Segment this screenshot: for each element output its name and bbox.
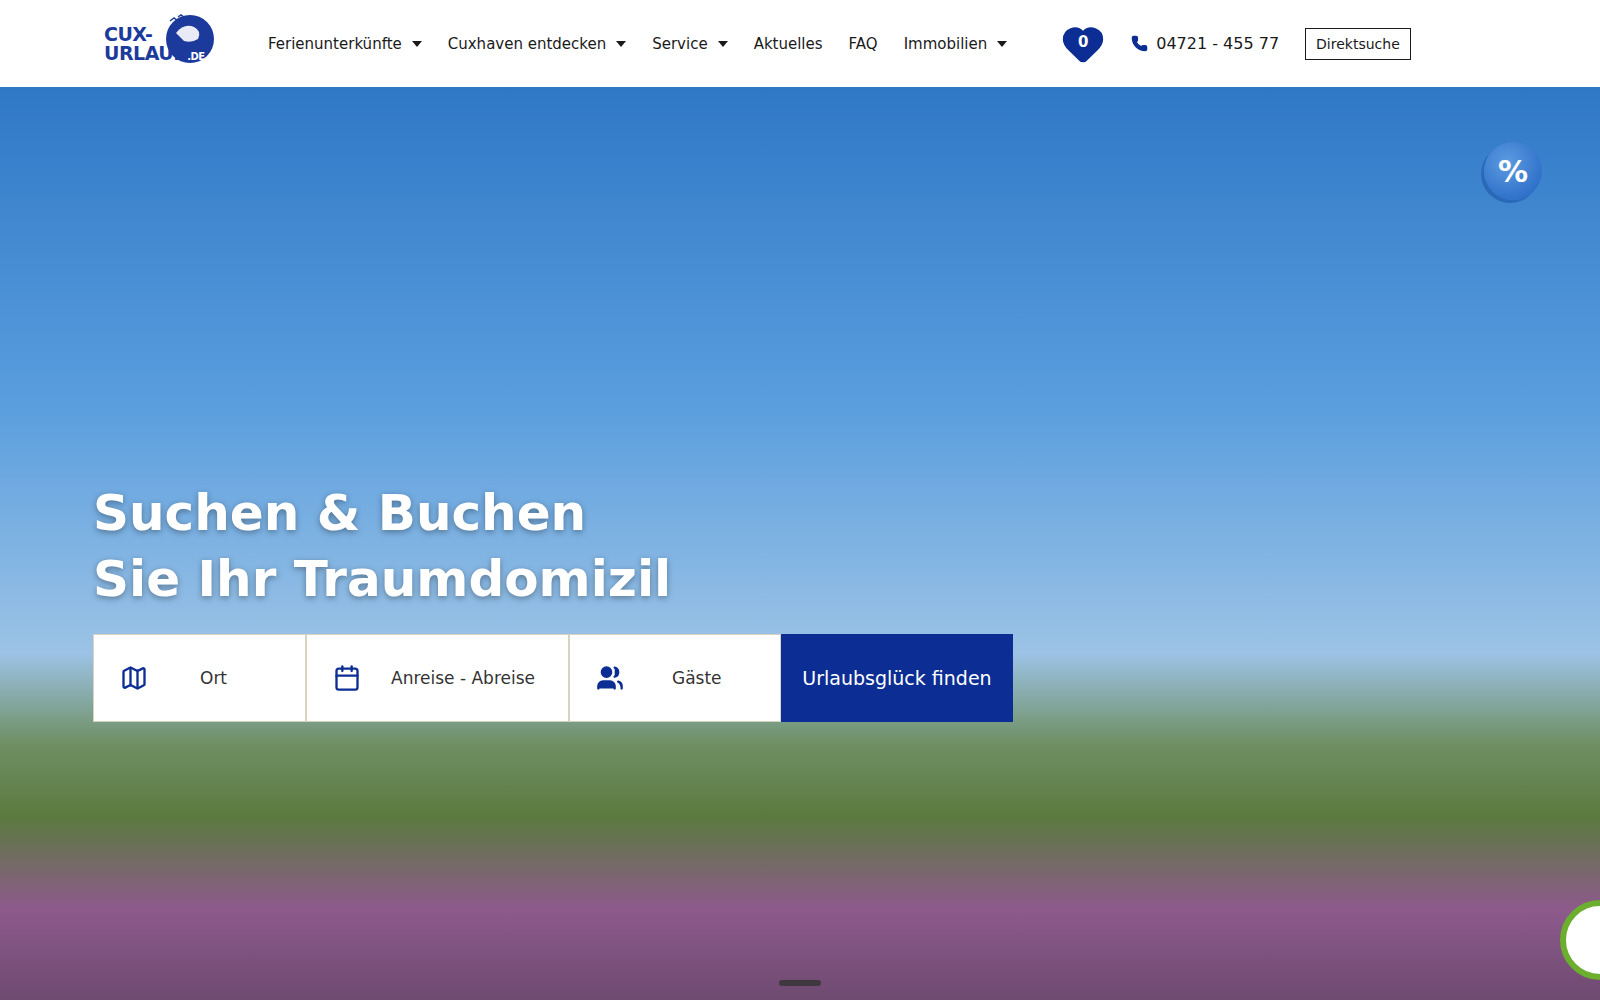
- hero-title-line: Sie Ihr Traumdomizil: [93, 546, 1600, 612]
- nav-item[interactable]: Ferienunterkünfte: [268, 35, 422, 53]
- dates-field[interactable]: Anreise - Abreise: [306, 634, 569, 722]
- place-icon: [120, 664, 148, 692]
- hero-title: Suchen & BuchenSie Ihr Traumdomizil: [93, 480, 1600, 612]
- logo-suffix: .DE: [187, 51, 204, 62]
- dates-icon: [333, 664, 361, 692]
- scroll-indicator: [779, 980, 821, 986]
- search-button[interactable]: Urlaubsglück finden: [781, 634, 1013, 722]
- guests-field[interactable]: Gäste: [569, 634, 781, 722]
- nav-item[interactable]: Immobilien: [904, 35, 1008, 53]
- caret-icon: [412, 41, 422, 47]
- caret-icon: [616, 41, 626, 47]
- page: CUX-URLAUB.DE Ferienunterkünfte Cuxhaven e…: [0, 0, 1600, 1000]
- logo-text: CUX-: [104, 25, 216, 44]
- search-bar: OrtAnreise - AbreiseGästeUrlaubsglück fi…: [93, 634, 1013, 722]
- direct-search-button[interactable]: Direktsuche: [1305, 28, 1411, 60]
- guests-icon: [596, 664, 624, 692]
- favorites-count: 0: [1061, 33, 1105, 51]
- phone-link[interactable]: 04721 - 455 77: [1131, 34, 1279, 53]
- logo[interactable]: CUX-URLAUB.DE: [104, 11, 216, 77]
- nav-item[interactable]: Service: [652, 35, 727, 53]
- hero-title-line: Suchen & Buchen: [93, 480, 1600, 546]
- caret-icon: [718, 41, 728, 47]
- caret-icon: [997, 41, 1007, 47]
- hero: Suchen & BuchenSie Ihr Traumdomizil OrtAn…: [0, 87, 1600, 1000]
- seal-icon: [1560, 900, 1600, 980]
- nav-item[interactable]: FAQ: [849, 35, 878, 53]
- logo-text: URLAUB.DE: [104, 44, 216, 63]
- nav-item[interactable]: Aktuelles: [754, 35, 823, 53]
- phone-icon: [1131, 35, 1148, 52]
- discount-badge[interactable]: %: [1484, 142, 1542, 200]
- favorites-button[interactable]: 0: [1061, 24, 1105, 64]
- main-nav: Ferienunterkünfte Cuxhaven entdecken Servi…: [268, 35, 1007, 53]
- header-tools: 0 04721 - 455 77 Direktsuche: [1061, 24, 1411, 64]
- nav-item[interactable]: Cuxhaven entdecken: [448, 35, 626, 53]
- place-field[interactable]: Ort: [93, 634, 306, 722]
- header: CUX-URLAUB.DE Ferienunterkünfte Cuxhaven e…: [0, 0, 1600, 87]
